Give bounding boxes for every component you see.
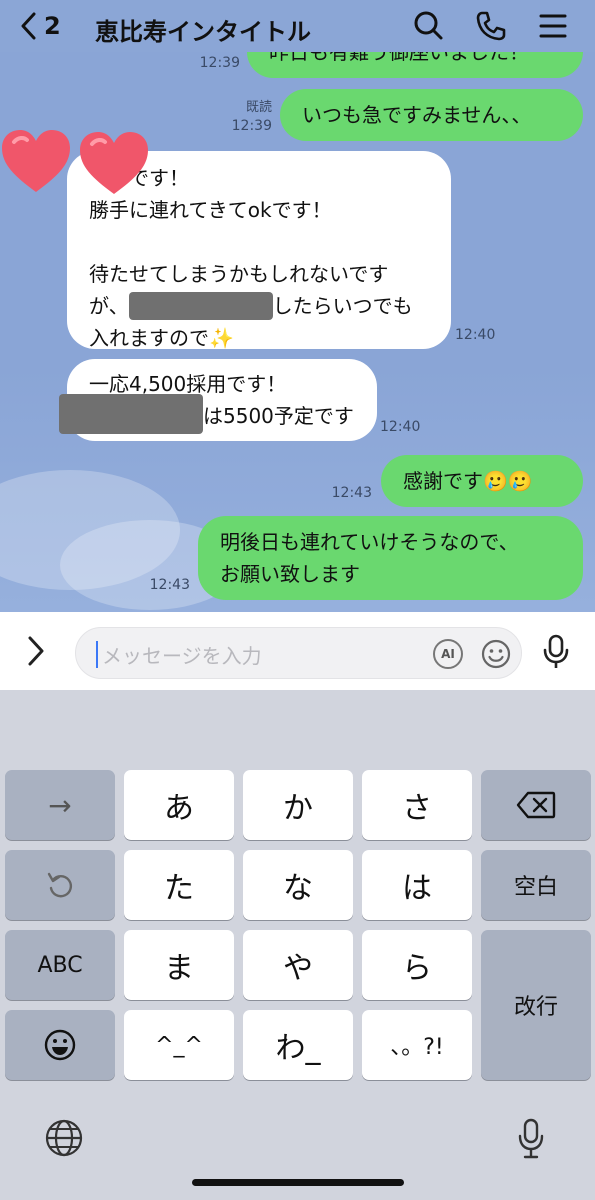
message-text: は5500予定です [203, 404, 354, 428]
read-receipt: 既読 [245, 100, 272, 115]
globe-icon[interactable] [44, 1118, 84, 1158]
key-label: か [283, 791, 313, 826]
message-line: は5500予定です [59, 393, 355, 434]
key-abc[interactable]: ABC [5, 930, 115, 1000]
message-line: が、 したらいつでも [89, 290, 429, 322]
message-bubble-outgoing[interactable]: 感謝です🥲🥲 [381, 455, 583, 507]
key-label: 空白 [513, 875, 558, 900]
search-icon[interactable] [412, 10, 444, 42]
heart-sticker-icon [2, 130, 70, 192]
key-emoji[interactable] [5, 1010, 115, 1080]
key-na[interactable]: な [243, 850, 353, 920]
emoji-icon [44, 1029, 76, 1061]
message-line: 勝手に連れてきてokです！ [89, 198, 332, 222]
key-delete[interactable] [481, 770, 591, 840]
keyboard: → あ か さ た な は 空白 ABC ま や ら 改行 ^_^ わ_ 、。?… [0, 690, 595, 1200]
message-bubble-outgoing[interactable]: 明後日も連れていけそうなので、 お願い致します [198, 516, 583, 600]
undo-icon [47, 872, 72, 898]
message-line: 明後日も連れていけそうなので、 [220, 530, 519, 554]
arrow-right-icon: → [48, 788, 72, 822]
heart-sticker-icon [80, 132, 148, 194]
backspace-icon [516, 791, 556, 819]
key-space[interactable]: 空白 [481, 850, 591, 920]
message-line: お願い致します [220, 562, 360, 586]
key-label: あ [164, 791, 194, 826]
key-ha[interactable]: は [362, 850, 472, 920]
message-time: 12:39 [231, 118, 272, 134]
key-label: や [283, 951, 313, 986]
key-label: ^_^ [155, 1032, 203, 1058]
key-ka[interactable]: か [243, 770, 353, 840]
message-input[interactable]: メッセージを入力 AI [75, 627, 522, 679]
chat-header: 2 恵比寿インタイトル [0, 0, 595, 52]
message-time: 12:40 [455, 327, 496, 343]
message-time: 12:40 [380, 419, 421, 435]
message-input-placeholder: メッセージを入力 [102, 644, 262, 668]
key-kaomoji[interactable]: ^_^ [124, 1010, 234, 1080]
key-ma[interactable]: ま [124, 930, 234, 1000]
key-label: 、。?! [390, 1035, 444, 1060]
unread-count: 2 [44, 12, 61, 40]
key-sa[interactable]: さ [362, 770, 472, 840]
menu-icon[interactable] [537, 10, 569, 42]
chat-title: 恵比寿インタイトル [95, 18, 311, 46]
message-line: 入れますので✨ [89, 326, 234, 350]
message-text: したらいつでも [272, 294, 413, 318]
key-wa[interactable]: わ_ [243, 1010, 353, 1080]
key-label: は [402, 871, 432, 906]
emoji-icon[interactable] [480, 638, 512, 670]
key-ra[interactable]: ら [362, 930, 472, 1000]
text-caret [96, 641, 98, 668]
message-text: いつも急ですみません、、 [302, 103, 532, 127]
key-arrow-right[interactable]: → [5, 770, 115, 840]
message-input-bar: メッセージを入力 AI [0, 612, 595, 690]
home-indicator[interactable] [192, 1179, 404, 1186]
key-a[interactable]: あ [124, 770, 234, 840]
chevron-left-icon [21, 12, 36, 40]
message-time: 12:43 [149, 577, 190, 593]
key-label: さ [402, 791, 432, 826]
chat-area[interactable]: 昨日も有難う御座いました！ 12:39 いつも急ですみません、、 既読 12:3… [0, 0, 595, 612]
key-label: わ_ [275, 1031, 321, 1066]
key-label: な [283, 871, 313, 906]
redacted-block [59, 393, 203, 434]
message-bubble-incoming[interactable]: 一応4,500採用です！ は5500予定です [59, 359, 377, 441]
message-bubble-outgoing[interactable]: いつも急ですみません、、 [280, 89, 583, 141]
redacted-block [128, 291, 273, 320]
key-label: ら [402, 951, 432, 986]
message-text: 感謝です🥲🥲 [403, 469, 533, 493]
dictation-microphone-icon[interactable] [515, 1118, 547, 1160]
key-undo[interactable] [5, 850, 115, 920]
key-punctuation[interactable]: 、。?! [362, 1010, 472, 1080]
key-label: ま [164, 951, 194, 986]
message-line: 待たせてしまうかもしれないです [89, 262, 389, 286]
ai-button[interactable]: AI [433, 639, 463, 669]
back-button[interactable]: 2 [20, 10, 61, 42]
key-label: 改行 [513, 995, 558, 1020]
message-time: 12:39 [199, 55, 240, 71]
key-label: ABC [37, 952, 83, 978]
microphone-icon[interactable] [540, 634, 572, 670]
key-return[interactable]: 改行 [481, 930, 591, 1080]
phone-icon[interactable] [475, 10, 507, 42]
key-label: た [164, 871, 194, 906]
message-text: が、 [89, 294, 129, 318]
key-ya[interactable]: や [243, 930, 353, 1000]
chevron-right-icon[interactable] [22, 634, 50, 668]
message-time: 12:43 [331, 485, 372, 501]
key-ta[interactable]: た [124, 850, 234, 920]
